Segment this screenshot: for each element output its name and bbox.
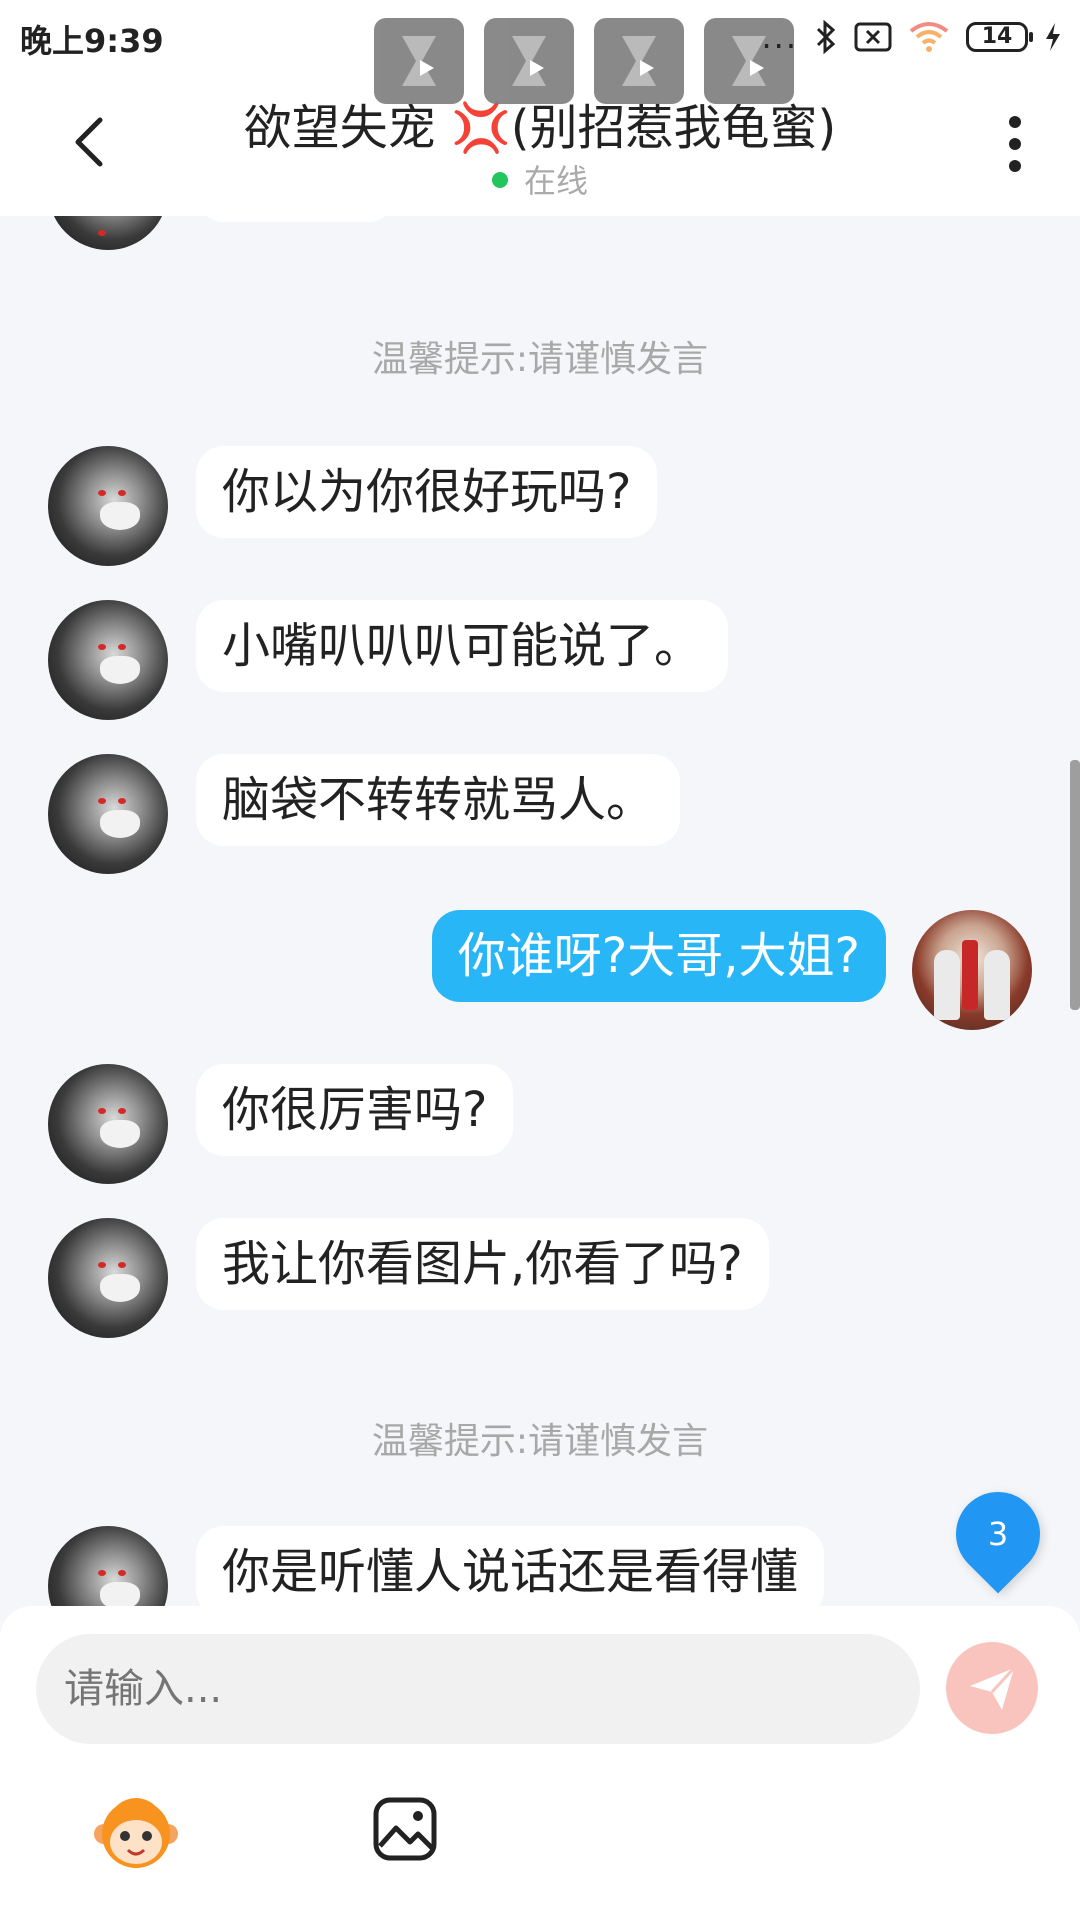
contact-avatar[interactable] — [48, 1526, 168, 1606]
system-tip: 温馨提示:请谨慎发言 — [371, 339, 709, 380]
battery-indicator: 14 — [966, 22, 1033, 52]
contact-note: (别招惹我龟蜜) — [510, 100, 837, 156]
unread-count-badge[interactable]: 3 — [938, 1474, 1058, 1594]
online-status-label: 在线 — [523, 162, 588, 200]
message-bubble-partial — [196, 216, 396, 222]
status-icons: ... 14 — [761, 20, 1062, 54]
my-avatar[interactable] — [912, 910, 1032, 1030]
status-bar: 晚上9:39 ... 14 — [0, 0, 1080, 104]
online-dot-icon — [491, 172, 508, 188]
image-icon — [373, 1797, 437, 1861]
wifi-icon — [909, 22, 949, 52]
notification-video-icon — [484, 18, 574, 104]
image-button[interactable] — [372, 1796, 438, 1862]
contact-avatar[interactable] — [48, 600, 168, 720]
online-status: 在线 — [0, 156, 1080, 202]
message-bubble-sent: 你谁呀?大哥,大姐? — [431, 910, 886, 1002]
message-bubble-received: 小嘴叭叭叭可能说了。 — [196, 600, 729, 692]
sim-off-icon — [854, 22, 892, 52]
message-bubble-received: 脑袋不转转就骂人。 — [196, 754, 681, 846]
notification-video-icon — [374, 18, 464, 104]
emoji-monkey-icon — [94, 1798, 178, 1868]
system-tip: 温馨提示:请谨慎发言 — [371, 1421, 709, 1462]
contact-avatar[interactable] — [48, 446, 168, 566]
emoji-button[interactable] — [92, 1792, 180, 1872]
bluetooth-icon — [816, 20, 836, 54]
contact-avatar[interactable] — [48, 216, 168, 250]
contact-avatar[interactable] — [48, 1064, 168, 1184]
input-bar — [0, 1606, 1080, 1920]
message-bubble-received: 你是听懂人说话还是看得懂 — [196, 1526, 825, 1606]
send-button[interactable] — [946, 1642, 1038, 1734]
message-input[interactable] — [36, 1634, 920, 1744]
send-icon — [970, 1666, 1016, 1710]
message-bubble-received: 你很厉害吗? — [196, 1064, 514, 1156]
unread-count: 3 — [987, 1515, 1009, 1553]
message-bubble-received: 你以为你很好玩吗? — [196, 446, 658, 538]
more-options-button[interactable] — [990, 116, 1040, 176]
contact-avatar[interactable] — [48, 1218, 168, 1338]
chat-message-list[interactable]: 温馨提示:请谨慎发言 你以为你很好玩吗? 小嘴叭叭叭可能说了。 脑袋不转转就骂人… — [0, 216, 1080, 1606]
scrollbar[interactable] — [1070, 760, 1080, 1010]
notification-video-icon — [594, 18, 684, 104]
message-bubble-received: 我让你看图片,你看了吗? — [196, 1218, 769, 1310]
more-notifications: ... — [761, 18, 798, 56]
status-time: 晚上9:39 — [20, 22, 164, 60]
more-vertical-icon — [1009, 116, 1021, 128]
anger-emoji: 💢 — [451, 100, 511, 156]
contact-avatar[interactable] — [48, 754, 168, 874]
contact-name: 欲望失宠 — [243, 100, 452, 156]
charging-icon — [1046, 23, 1060, 51]
